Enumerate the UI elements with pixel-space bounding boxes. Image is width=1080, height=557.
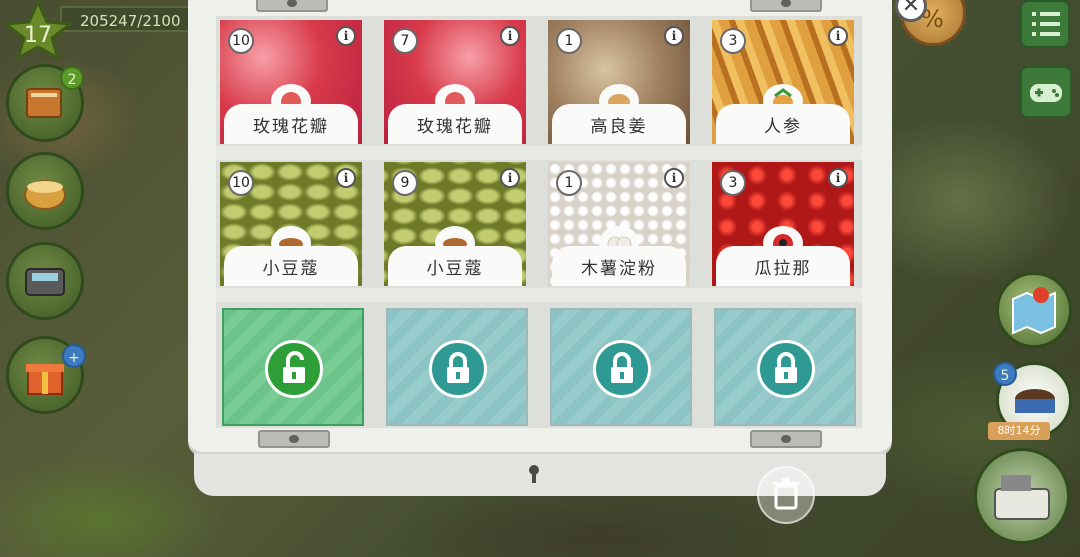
shop-timer: 8时14分 (988, 422, 1050, 440)
cash-register-icon (994, 475, 1050, 520)
ingredient-label: 木薯淀粉 (552, 246, 686, 286)
item-count: 9 (392, 170, 418, 196)
menu-button[interactable] (1020, 0, 1070, 48)
info-icon[interactable]: i (664, 26, 684, 46)
padlock-icon (593, 340, 651, 398)
info-icon[interactable]: i (336, 26, 356, 46)
gamepad-icon (1030, 84, 1062, 102)
ingredient-label: 玫瑰花瓣 (224, 104, 358, 144)
phone-icon (25, 268, 65, 296)
book-badge: 2 (60, 66, 84, 90)
info-icon[interactable]: i (500, 26, 520, 46)
item-count: 10 (228, 28, 254, 54)
locked-slot[interactable] (714, 308, 856, 426)
shelf-divider (216, 288, 862, 302)
ingredient-label: 人参 (716, 104, 850, 144)
gift-icon (26, 364, 64, 395)
ingredient-label: 小豆蔻 (388, 246, 522, 286)
trash-button[interactable] (757, 466, 815, 524)
info-icon[interactable]: i (828, 168, 848, 188)
padlock-icon (429, 340, 487, 398)
item-count: 1 (556, 28, 582, 54)
map-button[interactable] (996, 272, 1072, 348)
ingredient-slot[interactable]: 瓜拉那 3 i (712, 162, 854, 286)
phone-button[interactable] (6, 242, 84, 320)
book-icon (26, 88, 62, 118)
padlock-icon (757, 340, 815, 398)
item-count: 10 (228, 170, 254, 196)
shelf-divider (216, 146, 862, 160)
ingredient-slot[interactable]: 人参 3 i (712, 20, 854, 144)
ingredient-slot[interactable]: 木薯淀粉 1 i (548, 162, 690, 286)
list-icon (1032, 12, 1060, 36)
info-icon[interactable]: i (336, 168, 356, 188)
unlocked-padlock-icon (265, 340, 323, 398)
level-star-icon[interactable]: 17 (2, 0, 74, 62)
gift-plus-badge: + (62, 344, 86, 368)
hinge-bottom-left (258, 430, 330, 448)
ingredient-label: 瓜拉那 (716, 246, 850, 286)
storage-dialog: 玫瑰花瓣 10 i 玫瑰花瓣 7 i 高良姜 1 i 人参 3 i 小豆蔻 10… (188, 0, 892, 496)
hinge-top-right (750, 0, 822, 12)
unlocked-slot[interactable] (222, 308, 364, 426)
hinge-top-left (256, 0, 328, 12)
map-icon (1012, 287, 1056, 335)
xp-progress-bar: 205247/2100 (60, 6, 200, 32)
cash-register-button[interactable] (974, 448, 1070, 544)
info-icon[interactable]: i (500, 168, 520, 188)
item-count: 7 (392, 28, 418, 54)
xp-value: 205247/2100 (80, 12, 181, 30)
cooking-pot-button[interactable] (6, 152, 84, 230)
ingredient-slot[interactable]: 小豆蔻 9 i (384, 162, 526, 286)
item-count: 3 (720, 28, 746, 54)
item-count: 1 (556, 170, 582, 196)
ingredient-slot[interactable]: 高良姜 1 i (548, 20, 690, 144)
trash-icon (773, 478, 799, 510)
games-button[interactable] (1020, 66, 1072, 118)
ingredient-label: 小豆蔻 (224, 246, 358, 286)
level-number: 17 (24, 23, 52, 48)
shop-badge: 5 (993, 362, 1017, 386)
hinge-bottom-right (750, 430, 822, 448)
info-icon[interactable]: i (828, 26, 848, 46)
info-icon[interactable]: i (664, 168, 684, 188)
locked-slot[interactable] (386, 308, 528, 426)
pot-icon (24, 180, 66, 210)
keyhole-icon (529, 465, 539, 483)
locked-slot[interactable] (550, 308, 692, 426)
ingredient-label: 玫瑰花瓣 (388, 104, 522, 144)
ingredient-slot[interactable]: 玫瑰花瓣 7 i (384, 20, 526, 144)
ingredient-slot[interactable]: 小豆蔻 10 i (220, 162, 362, 286)
ingredient-slot[interactable]: 玫瑰花瓣 10 i (220, 20, 362, 144)
item-count: 3 (720, 170, 746, 196)
ingredient-label: 高良姜 (552, 104, 686, 144)
